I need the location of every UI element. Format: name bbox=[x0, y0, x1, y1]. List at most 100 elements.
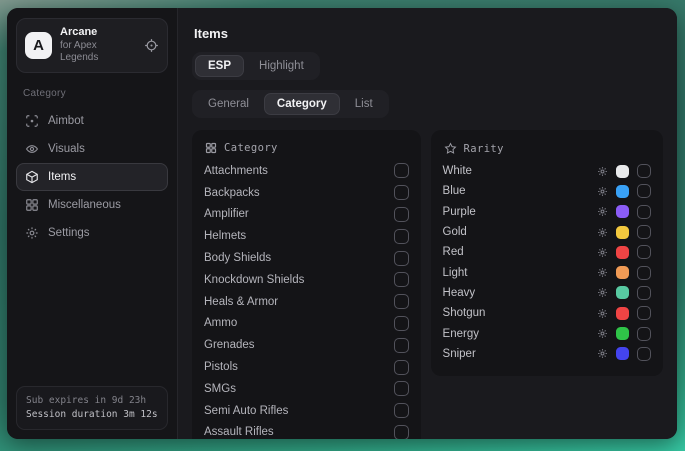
tab-highlight[interactable]: Highlight bbox=[246, 55, 317, 77]
logo-card: A Arcane for Apex Legends bbox=[16, 18, 168, 73]
gear-icon[interactable] bbox=[597, 348, 608, 359]
star-icon bbox=[444, 142, 457, 155]
category-checkbox[interactable] bbox=[394, 251, 409, 266]
color-swatch[interactable] bbox=[616, 266, 629, 279]
category-checkbox[interactable] bbox=[394, 272, 409, 287]
color-swatch[interactable] bbox=[616, 226, 629, 239]
color-swatch[interactable] bbox=[616, 347, 629, 360]
gear-icon[interactable] bbox=[597, 247, 608, 258]
gear-icon[interactable] bbox=[597, 328, 608, 339]
tab-esp[interactable]: ESP bbox=[195, 55, 244, 77]
category-row: Backpacks bbox=[204, 182, 409, 204]
sidebar-item-miscellaneous[interactable]: Miscellaneous bbox=[16, 191, 168, 219]
subscription-info: Sub expires in 9d 23h Session duration 3… bbox=[16, 386, 168, 431]
color-swatch[interactable] bbox=[616, 165, 629, 178]
rarity-label: Shotgun bbox=[443, 307, 589, 319]
category-label: Backpacks bbox=[204, 187, 394, 199]
category-checkbox[interactable] bbox=[394, 425, 409, 439]
app-logo: A bbox=[25, 32, 52, 59]
rarity-checkbox[interactable] bbox=[637, 327, 651, 341]
rarity-row: Blue bbox=[443, 181, 651, 201]
rarity-checkbox[interactable] bbox=[637, 306, 651, 320]
sidebar-item-items[interactable]: Items bbox=[16, 163, 168, 191]
category-row: Attachments bbox=[204, 160, 409, 182]
rarity-label: Red bbox=[443, 246, 589, 258]
category-checkbox[interactable] bbox=[394, 316, 409, 331]
category-label: Knockdown Shields bbox=[204, 274, 394, 286]
sidebar-item-visuals[interactable]: Visuals bbox=[16, 135, 168, 163]
rarity-checkbox[interactable] bbox=[637, 205, 651, 219]
tab-list[interactable]: List bbox=[342, 93, 386, 115]
rarity-checkbox[interactable] bbox=[637, 286, 651, 300]
rarity-row: Red bbox=[443, 242, 651, 262]
rarity-label: Light bbox=[443, 267, 589, 279]
sidebar-section-label: Category bbox=[23, 88, 161, 99]
category-label: Attachments bbox=[204, 165, 394, 177]
rarity-label: Energy bbox=[443, 328, 589, 340]
rarity-checkbox[interactable] bbox=[637, 266, 651, 280]
category-label: Assault Rifles bbox=[204, 426, 394, 438]
view-tabs: General Category List bbox=[192, 90, 389, 118]
gear-icon[interactable] bbox=[597, 308, 608, 319]
gear-icon[interactable] bbox=[597, 227, 608, 238]
rarity-panel: Rarity White Blue Purple bbox=[431, 130, 663, 376]
rarity-checkbox[interactable] bbox=[637, 164, 651, 178]
color-swatch[interactable] bbox=[616, 185, 629, 198]
rarity-checkbox[interactable] bbox=[637, 347, 651, 361]
color-swatch[interactable] bbox=[616, 286, 629, 299]
sidebar-item-aimbot[interactable]: Aimbot bbox=[16, 107, 168, 135]
color-swatch[interactable] bbox=[616, 246, 629, 259]
category-row: Heals & Armor bbox=[204, 291, 409, 313]
rarity-row: Light bbox=[443, 262, 651, 282]
category-row: Grenades bbox=[204, 334, 409, 356]
box-icon bbox=[25, 170, 39, 184]
gear-icon[interactable] bbox=[597, 166, 608, 177]
tab-general[interactable]: General bbox=[195, 93, 262, 115]
rarity-checkbox[interactable] bbox=[637, 184, 651, 198]
gear-icon[interactable] bbox=[597, 287, 608, 298]
gear-icon[interactable] bbox=[597, 186, 608, 197]
rarity-checkbox[interactable] bbox=[637, 245, 651, 259]
sidebar-item-label: Miscellaneous bbox=[48, 199, 121, 211]
mode-tabs: ESP Highlight bbox=[192, 52, 320, 80]
category-checkbox[interactable] bbox=[394, 294, 409, 309]
rarity-label: White bbox=[443, 165, 589, 177]
category-checkbox[interactable] bbox=[394, 338, 409, 353]
eye-icon bbox=[25, 142, 39, 156]
grid-icon bbox=[25, 198, 39, 212]
category-checkbox[interactable] bbox=[394, 207, 409, 222]
rarity-row: Energy bbox=[443, 323, 651, 343]
category-row: Pistols bbox=[204, 356, 409, 378]
category-label: Body Shields bbox=[204, 252, 394, 264]
category-label: Pistols bbox=[204, 361, 394, 373]
sidebar-item-settings[interactable]: Settings bbox=[16, 219, 168, 247]
category-checkbox[interactable] bbox=[394, 403, 409, 418]
category-checkbox[interactable] bbox=[394, 163, 409, 178]
color-swatch[interactable] bbox=[616, 327, 629, 340]
category-checkbox[interactable] bbox=[394, 229, 409, 244]
crosshair-icon bbox=[25, 114, 39, 128]
category-panel-header: Category bbox=[205, 142, 409, 154]
rarity-checkbox[interactable] bbox=[637, 225, 651, 239]
sub-expires-text: Sub expires in 9d 23h bbox=[26, 394, 158, 408]
gear-icon[interactable] bbox=[597, 206, 608, 217]
category-label: SMGs bbox=[204, 383, 394, 395]
rarity-panel-header: Rarity bbox=[444, 142, 651, 155]
color-swatch[interactable] bbox=[616, 205, 629, 218]
rarity-row: Purple bbox=[443, 202, 651, 222]
sidebar-item-label: Visuals bbox=[48, 143, 85, 155]
rarity-row: Heavy bbox=[443, 283, 651, 303]
tab-category[interactable]: Category bbox=[264, 93, 340, 115]
category-checkbox[interactable] bbox=[394, 381, 409, 396]
category-checkbox[interactable] bbox=[394, 185, 409, 200]
main-content: Items ESP Highlight General Category Lis… bbox=[178, 8, 677, 439]
rarity-label: Purple bbox=[443, 206, 589, 218]
sidebar: A Arcane for Apex Legends Category Aimbo bbox=[7, 8, 178, 439]
category-label: Grenades bbox=[204, 339, 394, 351]
category-checkbox[interactable] bbox=[394, 360, 409, 375]
color-swatch[interactable] bbox=[616, 307, 629, 320]
scope-target-icon[interactable] bbox=[144, 38, 159, 53]
gear-icon[interactable] bbox=[597, 267, 608, 278]
category-row: Ammo bbox=[204, 313, 409, 335]
category-panel: Category Attachments Backpacks Amplifier… bbox=[192, 130, 421, 439]
